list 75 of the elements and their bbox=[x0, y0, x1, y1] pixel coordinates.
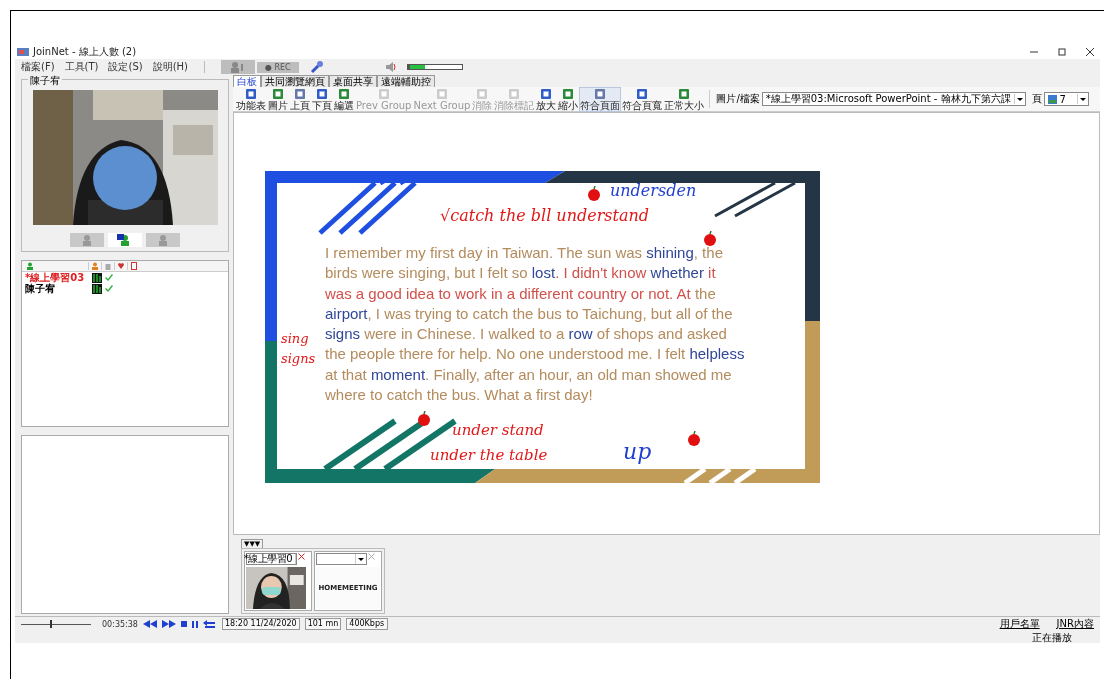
elapsed-time: 00:35:38 bbox=[102, 619, 138, 629]
toolbar-button[interactable]: 放大 bbox=[535, 86, 558, 112]
view-button[interactable] bbox=[108, 233, 142, 247]
dropdown-caret-icon bbox=[295, 554, 296, 564]
file-dropdown[interactable]: *線上學習03:Microsoft PowerPoint - 翰林九下第六課 bbox=[761, 92, 1026, 106]
page-dropdown[interactable]: 7 bbox=[1043, 92, 1089, 106]
dropdown-caret-icon bbox=[1076, 94, 1088, 104]
handwritten-note: √catch the bll understand bbox=[440, 206, 650, 225]
datetime-field: 18:20 11/24/2020 bbox=[221, 618, 300, 630]
toolbar-button[interactable]: 功能表 bbox=[235, 86, 267, 112]
tab[interactable]: 桌面共享 bbox=[329, 75, 377, 87]
thumbnail[interactable]: *線上學習0 bbox=[244, 551, 312, 611]
level-meter-icon bbox=[92, 272, 102, 283]
trash-icon bbox=[104, 262, 112, 270]
handwritten-note: up bbox=[623, 439, 652, 464]
panel-title: 陳子宥 bbox=[28, 74, 62, 88]
toolbar-button[interactable]: 上頁 bbox=[289, 86, 311, 112]
playback-state: 正在播放 bbox=[1032, 631, 1072, 643]
tab[interactable]: 白板 bbox=[233, 75, 261, 87]
menu-item[interactable]: 工具(T) bbox=[64, 60, 99, 74]
apple-icon bbox=[587, 186, 601, 201]
slide-paragraph: I remember my first day in Taiwan. The sun was shining, the birds were singing, but I felt so lost. I didn't know whether it was a good idea to work in a different country or not. At the airport, I was trying to catch the bus to Taichung, but all of the signs were in Chinese. I walked to a row of shops and asked the people there for help. No one understood me. I felt helpless at that moment. Finally, after an hour, an old man showed me where to catch the bus. What a first day! bbox=[325, 243, 745, 406]
rewind-icon[interactable] bbox=[142, 620, 157, 628]
heart-icon bbox=[117, 262, 125, 270]
apple-icon bbox=[687, 431, 701, 446]
pause-icon[interactable] bbox=[191, 620, 198, 628]
user-name[interactable]: *線上學習03 bbox=[25, 272, 89, 283]
fast-forward-icon[interactable] bbox=[161, 620, 176, 628]
bitrate-field: 400Kbps bbox=[346, 618, 389, 630]
window-title: JoinNet - 線上人數 (2) bbox=[33, 45, 137, 59]
status-link[interactable]: JNR內容 bbox=[1056, 617, 1094, 631]
maximize-icon[interactable] bbox=[1058, 48, 1066, 56]
slider-thumb[interactable] bbox=[50, 619, 53, 628]
toolbar-button[interactable]: 正常大小 bbox=[663, 86, 706, 112]
person-icon bbox=[26, 262, 34, 270]
picture-icon bbox=[1047, 94, 1057, 104]
source-dropdown[interactable]: *線上學習0 bbox=[246, 553, 297, 565]
wrench-icon[interactable] bbox=[308, 60, 325, 74]
speaker-icon[interactable] bbox=[384, 61, 397, 73]
toolbar-button[interactable]: 符合頁寬 bbox=[621, 86, 664, 112]
status-link[interactable]: 用戶名單 bbox=[999, 617, 1040, 631]
app-icon bbox=[17, 47, 29, 57]
person-button-icon[interactable] bbox=[220, 60, 255, 74]
loop-icon[interactable] bbox=[202, 619, 217, 629]
dropdown-caret-icon bbox=[355, 554, 366, 564]
person-icon bbox=[91, 262, 99, 270]
file-label: 圖片/檔案 bbox=[716, 92, 760, 106]
toolbar-button[interactable]: 縮小 bbox=[557, 86, 580, 112]
user-name[interactable]: 陳子宥 bbox=[25, 283, 89, 294]
handwritten-note: sing bbox=[281, 331, 309, 346]
apple-icon bbox=[703, 231, 717, 246]
minimize-icon[interactable] bbox=[1030, 48, 1038, 56]
handwritten-note: signs bbox=[281, 351, 316, 366]
toolbar-button[interactable]: 符合頁面 bbox=[579, 86, 622, 112]
close-icon[interactable] bbox=[1086, 48, 1094, 56]
apple-icon bbox=[417, 411, 431, 426]
menu-item[interactable]: 設定(S) bbox=[108, 60, 143, 74]
toolbar-button[interactable]: 下頁 bbox=[311, 86, 333, 112]
page-label: 頁 bbox=[1031, 92, 1042, 106]
level-meter-icon bbox=[92, 283, 102, 294]
tab[interactable]: 共同瀏覽網頁 bbox=[261, 75, 329, 87]
handwritten-note: undersden bbox=[610, 181, 697, 200]
handwritten-note: under stand bbox=[452, 421, 544, 439]
toolbar-button[interactable]: 編選 bbox=[333, 86, 355, 112]
handwritten-note: under the table bbox=[430, 446, 548, 464]
tab[interactable]: 遠端輔助控 bbox=[377, 75, 435, 87]
tool-icon bbox=[594, 87, 607, 100]
menu-item[interactable]: 檔案(F) bbox=[21, 60, 55, 74]
dropdown-caret-icon bbox=[1013, 94, 1025, 104]
toolbar-button[interactable]: 圖片 bbox=[267, 86, 289, 112]
source-dropdown[interactable] bbox=[316, 553, 367, 565]
duration-field: 101 mn bbox=[304, 618, 342, 630]
stop-icon[interactable] bbox=[180, 621, 187, 627]
volume-slider[interactable] bbox=[406, 64, 463, 70]
menu-item[interactable]: 說明(H) bbox=[152, 60, 188, 74]
